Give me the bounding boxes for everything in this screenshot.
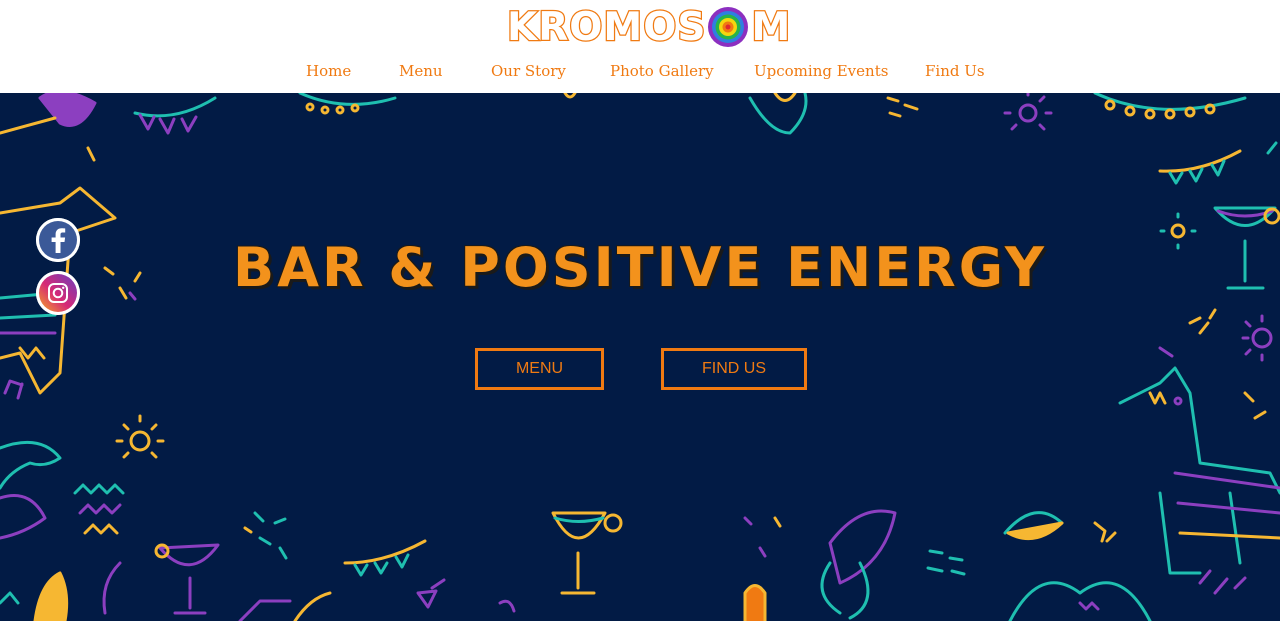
main-nav: Home Menu Our Story Photo Gallery Upcomi… — [0, 62, 1280, 86]
logo-target-icon — [708, 7, 749, 47]
nav-item-find-us[interactable]: Find Us — [925, 62, 985, 80]
nav-item-home[interactable]: Home — [306, 62, 351, 80]
find-us-button[interactable]: FIND US — [661, 348, 807, 390]
hero-section: BAR & POSITIVE ENERGY MENU FIND US — [0, 93, 1280, 621]
logo-text-start: KROMOS — [506, 3, 707, 51]
menu-button[interactable]: MENU — [475, 348, 604, 390]
brand-logo[interactable]: KROMOS M — [506, 3, 792, 51]
logo-text-end: M — [750, 3, 792, 51]
nav-item-upcoming-events[interactable]: Upcoming Events — [754, 62, 888, 80]
fiesta-doodle-background — [0, 93, 1280, 621]
site-header: KROMOS M Home Menu Our Story Photo Galle… — [0, 0, 1280, 93]
nav-item-our-story[interactable]: Our Story — [491, 62, 566, 80]
nav-item-photo-gallery[interactable]: Photo Gallery — [610, 62, 714, 80]
hero-headline: BAR & POSITIVE ENERGY — [233, 236, 1047, 299]
nav-item-menu[interactable]: Menu — [399, 62, 443, 80]
